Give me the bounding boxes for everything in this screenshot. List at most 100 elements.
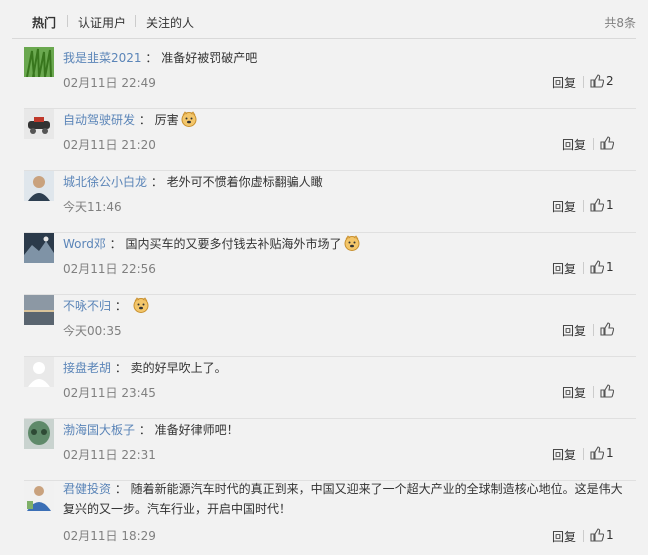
- username-link[interactable]: Word邓: [63, 237, 106, 251]
- comment-time: 今天00:35: [63, 324, 122, 338]
- doge-emoji-icon: [344, 235, 360, 251]
- avatar[interactable]: [24, 109, 54, 139]
- colon: ：: [147, 175, 167, 189]
- comment-time: 02月11日 22:31: [63, 448, 156, 462]
- comment-text: 卖的好早吹上了。: [130, 361, 227, 375]
- avatar[interactable]: [24, 171, 54, 201]
- comment-text: 准备好被罚破产吧: [161, 51, 258, 65]
- like-button[interactable]: 2: [588, 74, 628, 90]
- reply-button[interactable]: 回复: [552, 446, 576, 463]
- like-count: 2: [606, 74, 614, 88]
- action-divider: [593, 138, 594, 150]
- like-button[interactable]: 1: [588, 446, 628, 462]
- colon: ：: [111, 299, 131, 313]
- comment-content: 城北徐公小白龙 ： 老外可不惯着你虚标翻骗人瞰: [63, 173, 323, 190]
- username-link[interactable]: 不咏不归: [63, 299, 111, 313]
- thumbs-up-icon: [600, 322, 614, 336]
- action-divider: [583, 76, 584, 88]
- comment-actions: 回复 1: [548, 260, 628, 276]
- colon: ：: [105, 237, 126, 251]
- reply-button[interactable]: 回复: [562, 384, 586, 401]
- comment-content: 渤海国大板子 ： 准备好律师吧！: [63, 421, 239, 438]
- comment-actions: 回复: [558, 384, 628, 400]
- comment-count: 共8条: [604, 16, 636, 30]
- thumbs-up-icon: [590, 260, 604, 274]
- comment-actions: 回复: [558, 322, 628, 338]
- username-link[interactable]: 接盘老胡: [63, 361, 111, 375]
- reply-button[interactable]: 回复: [552, 198, 576, 215]
- reply-button[interactable]: 回复: [562, 322, 586, 339]
- comment-content: Word邓 ： 国内买车的又要多付钱去补贴海外市场了: [63, 235, 360, 252]
- thumbs-up-icon: [600, 384, 614, 398]
- comment-time: 02月11日 22:49: [63, 76, 156, 90]
- comment-tabs: 热门 认证用户 关注的人 共8条: [0, 0, 648, 44]
- like-button[interactable]: [598, 136, 628, 152]
- like-button[interactable]: 1: [588, 528, 628, 544]
- comment-time: 02月11日 21:20: [63, 138, 156, 152]
- colon: ：: [141, 51, 162, 65]
- comment-text: 老外可不惯着你虚标翻骗人瞰: [166, 175, 323, 189]
- like-button[interactable]: 1: [588, 198, 628, 214]
- thumbs-up-icon: [590, 198, 604, 212]
- username-link[interactable]: 城北徐公小白龙: [63, 175, 147, 189]
- avatar[interactable]: [24, 233, 54, 263]
- action-divider: [583, 200, 584, 212]
- comment-text: 准备好律师吧！: [154, 423, 239, 437]
- comment-content: 自动驾驶研发 ： 厉害: [63, 111, 197, 128]
- comment-time: 02月11日 23:45: [63, 386, 156, 400]
- thumbs-up-icon: [590, 446, 604, 460]
- reply-button[interactable]: 回复: [552, 74, 576, 91]
- thumbs-up-icon: [600, 136, 614, 150]
- comment-text: 厉害: [154, 113, 179, 127]
- colon: ：: [135, 113, 155, 127]
- avatar[interactable]: [24, 47, 54, 77]
- comment-time: 02月11日 18:29: [63, 529, 156, 543]
- reply-button[interactable]: 回复: [552, 528, 576, 545]
- tab-divider: [135, 15, 136, 27]
- comment-text: 随着新能源汽车时代的真正到来，中国又迎来了一个超大产业的全球制造核心地位。这是伟…: [63, 482, 623, 516]
- action-divider: [583, 448, 584, 460]
- comment-item: 自动驾驶研发 ： 厉害 02月11日 21:20 回复: [12, 109, 636, 171]
- avatar[interactable]: [24, 419, 54, 449]
- like-button[interactable]: [598, 322, 628, 338]
- like-button[interactable]: 1: [588, 260, 628, 276]
- reply-button[interactable]: 回复: [552, 260, 576, 277]
- comment-content: 接盘老胡 ： 卖的好早吹上了。: [63, 359, 227, 376]
- avatar[interactable]: [24, 481, 54, 511]
- tab-following[interactable]: 关注的人: [146, 14, 194, 31]
- colon: ：: [111, 361, 131, 375]
- comment-item: 城北徐公小白龙 ： 老外可不惯着你虚标翻骗人瞰 今天11:46 回复 1: [12, 171, 636, 233]
- divider: [12, 38, 636, 39]
- comment-item: 渤海国大板子 ： 准备好律师吧！ 02月11日 22:31 回复 1: [12, 419, 636, 481]
- colon: ：: [111, 482, 131, 496]
- like-count: 1: [606, 198, 614, 212]
- comment-item: 不咏不归 ： 今天00:35 回复: [12, 295, 636, 357]
- comment-item: 接盘老胡 ： 卖的好早吹上了。 02月11日 23:45 回复: [12, 357, 636, 419]
- comment-time: 今天11:46: [63, 200, 122, 214]
- comment-actions: 回复 2: [548, 74, 628, 90]
- colon: ：: [135, 423, 155, 437]
- doge-emoji-icon: [181, 111, 197, 127]
- action-divider: [583, 262, 584, 274]
- reply-button[interactable]: 回复: [562, 136, 586, 153]
- avatar[interactable]: [24, 357, 54, 387]
- like-button[interactable]: [598, 384, 628, 400]
- thumbs-up-icon: [590, 528, 604, 542]
- comment-actions: 回复 1: [548, 528, 628, 544]
- action-divider: [593, 386, 594, 398]
- username-link[interactable]: 我是韭菜2021: [63, 51, 142, 65]
- tab-hot[interactable]: 热门: [32, 14, 56, 31]
- comment-actions: 回复: [558, 136, 628, 152]
- comment-item: 君健投资 ： 随着新能源汽车时代的真正到来，中国又迎来了一个超大产业的全球制造核…: [12, 481, 636, 555]
- avatar[interactable]: [24, 295, 54, 325]
- username-link[interactable]: 君健投资: [63, 482, 111, 496]
- comment-time: 02月11日 22:56: [63, 262, 156, 276]
- action-divider: [593, 324, 594, 336]
- username-link[interactable]: 渤海国大板子: [63, 423, 135, 437]
- doge-emoji-icon: [133, 297, 149, 313]
- comment-text: 国内买车的又要多付钱去补贴海外市场了: [125, 237, 342, 251]
- comment-actions: 回复 1: [548, 446, 628, 462]
- username-link[interactable]: 自动驾驶研发: [63, 113, 135, 127]
- tab-verified[interactable]: 认证用户: [78, 14, 126, 31]
- comment-content: 我是韭菜2021 ： 准备好被罚破产吧: [63, 49, 257, 66]
